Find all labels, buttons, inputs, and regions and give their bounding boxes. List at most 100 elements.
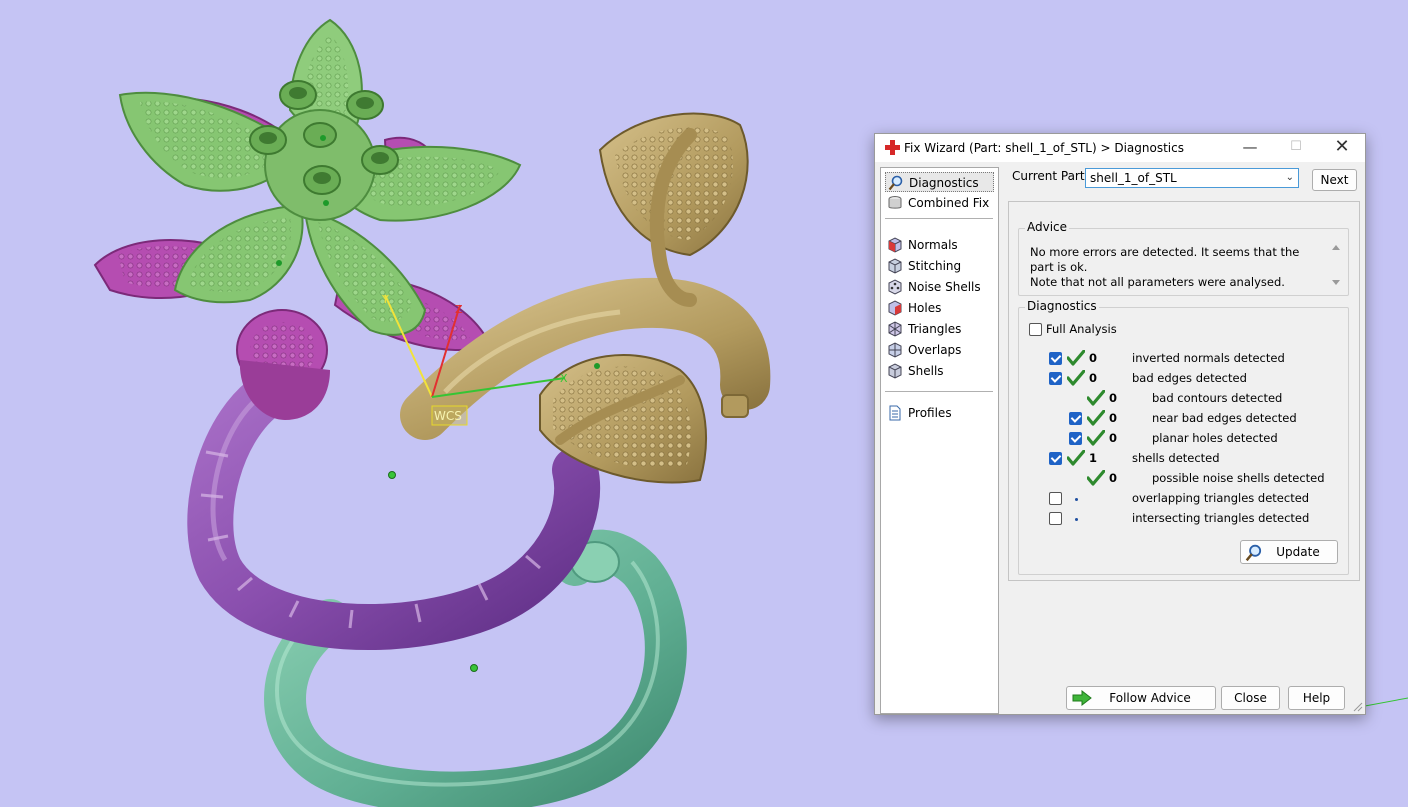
nav-item-stitching[interactable]: Stitching [885,256,994,276]
close-window-button[interactable]: ✕ [1319,134,1365,162]
wizard-nav-list: Diagnostics Combined Fix Normals Stitchi… [880,167,999,714]
diagnostic-count: 0 [1109,391,1118,405]
nav-item-noise-shells[interactable]: Noise Shells [885,277,994,297]
full-analysis-label: Full Analysis [1046,322,1117,336]
diagnostic-checkbox[interactable] [1049,372,1062,385]
minimize-button[interactable]: — [1227,134,1273,162]
magnifier-icon [888,175,903,191]
nav-item-overlaps[interactable]: Overlaps [885,340,994,360]
diagnostic-label: possible noise shells detected [1152,471,1325,485]
advice-line: No more errors are detected. It seems th… [1030,245,1300,274]
follow-advice-button[interactable]: Follow Advice [1066,686,1216,710]
normals-cube-icon [888,237,902,253]
check-icon [1066,349,1086,366]
diagnostic-checkbox[interactable] [1069,412,1082,425]
diagnostic-checkbox[interactable] [1049,492,1062,505]
purple-ring-band [187,367,601,651]
diagnostic-checkbox[interactable] [1049,452,1062,465]
follow-advice-label: Follow Advice [1109,691,1191,705]
nav-item-holes[interactable]: Holes [885,298,994,318]
resize-grip-icon[interactable] [1353,702,1363,712]
nav-item-shells[interactable]: Shells [885,361,994,381]
diagnostic-count: 0 [1109,471,1118,485]
check-icon [1086,389,1106,406]
check-icon [1086,469,1106,486]
update-label: Update [1276,545,1320,559]
nav-item-label: Normals [908,238,958,252]
next-button[interactable]: Next [1312,169,1357,191]
nav-item-normals[interactable]: Normals [885,235,994,255]
diagnostic-label: planar holes detected [1152,431,1278,445]
document-icon [889,405,901,421]
advice-group: Advice No more errors are detected. It s… [1018,220,1349,296]
wcs-label: WCS [434,409,462,423]
nav-item-label: Triangles [908,322,962,336]
stitching-icon [888,258,902,274]
triangles-icon [888,321,902,337]
nav-item-label: Stitching [908,259,962,273]
diagnostic-label: near bad edges detected [1152,411,1297,425]
nav-item-label: Shells [908,364,944,378]
diagnostic-count: 0 [1109,431,1118,445]
nav-item-combined-fix[interactable]: Combined Fix [885,193,994,213]
diagnostic-label: bad edges detected [1132,371,1247,385]
maximize-button[interactable]: ☐ [1273,134,1319,162]
dialog-title: Fix Wizard (Part: shell_1_of_STL) > Diag… [904,141,1184,155]
x-axis-label: X [560,372,568,385]
green-flower-layer [118,18,522,336]
diagnostics-panel: Advice No more errors are detected. It s… [1008,201,1360,581]
nav-item-label: Profiles [908,406,952,420]
axis-fragment [1364,697,1408,707]
title-bar[interactable]: Fix Wizard (Part: shell_1_of_STL) > Diag… [875,134,1365,162]
update-button[interactable]: Update [1240,540,1338,564]
part-icon [888,196,902,209]
check-icon [1086,409,1106,426]
diagnostic-checkbox[interactable] [1049,512,1062,525]
pivot-point[interactable] [470,664,478,672]
arrow-right-icon [1072,690,1092,706]
check-icon [1086,429,1106,446]
current-part-value: shell_1_of_STL [1090,171,1177,185]
pending-dot-icon [1075,498,1078,501]
fix-wizard-dialog: Fix Wizard (Part: shell_1_of_STL) > Diag… [874,133,1366,715]
overlaps-icon [888,342,902,358]
advice-scrollbar[interactable] [1330,242,1342,288]
nav-item-label: Noise Shells [908,280,981,294]
diagnostic-checkbox[interactable] [1049,352,1062,365]
current-part-select[interactable]: shell_1_of_STL ⌄ [1085,168,1299,188]
nav-separator [885,218,993,219]
red-cross-icon [885,140,900,155]
help-button[interactable]: Help [1288,686,1345,710]
nav-item-label: Holes [908,301,942,315]
diagnostic-label: overlapping triangles detected [1132,491,1310,505]
diagnostic-label: intersecting triangles detected [1132,511,1310,525]
nav-item-label: Diagnostics [909,176,979,190]
diagnostic-count: 0 [1089,351,1098,365]
nav-separator [885,391,993,392]
diagnostic-count: 0 [1089,371,1098,385]
shells-icon [888,363,902,379]
z-axis-label: Z [455,303,463,316]
advice-text: No more errors are detected. It seems th… [1030,245,1310,290]
diagnostics-group: Diagnostics Full Analysis 0 inverted norm… [1018,299,1349,575]
scroll-down-icon[interactable] [1332,280,1340,285]
nav-item-diagnostics[interactable]: Diagnostics [885,172,994,192]
close-button[interactable]: Close [1221,686,1280,710]
diagnostic-checkbox[interactable] [1069,432,1082,445]
check-icon [1066,449,1086,466]
nav-item-profiles[interactable]: Profiles [885,403,994,423]
diagnostic-count: 0 [1109,411,1118,425]
advice-title: Advice [1025,220,1070,234]
holes-icon [888,300,902,316]
y-axis-label: Y [381,293,389,306]
nav-item-label: Combined Fix [908,196,990,210]
noise-shells-icon [888,279,902,295]
scroll-up-icon[interactable] [1332,245,1340,250]
advice-line: Note that not all parameters were analys… [1030,275,1285,289]
diagnostic-label: inverted normals detected [1132,351,1285,365]
diagnostic-label: bad contours detected [1152,391,1283,405]
nav-item-triangles[interactable]: Triangles [885,319,994,339]
full-analysis-checkbox[interactable] [1029,323,1042,336]
pivot-point[interactable] [388,471,396,479]
magnifier-icon [1245,544,1262,562]
